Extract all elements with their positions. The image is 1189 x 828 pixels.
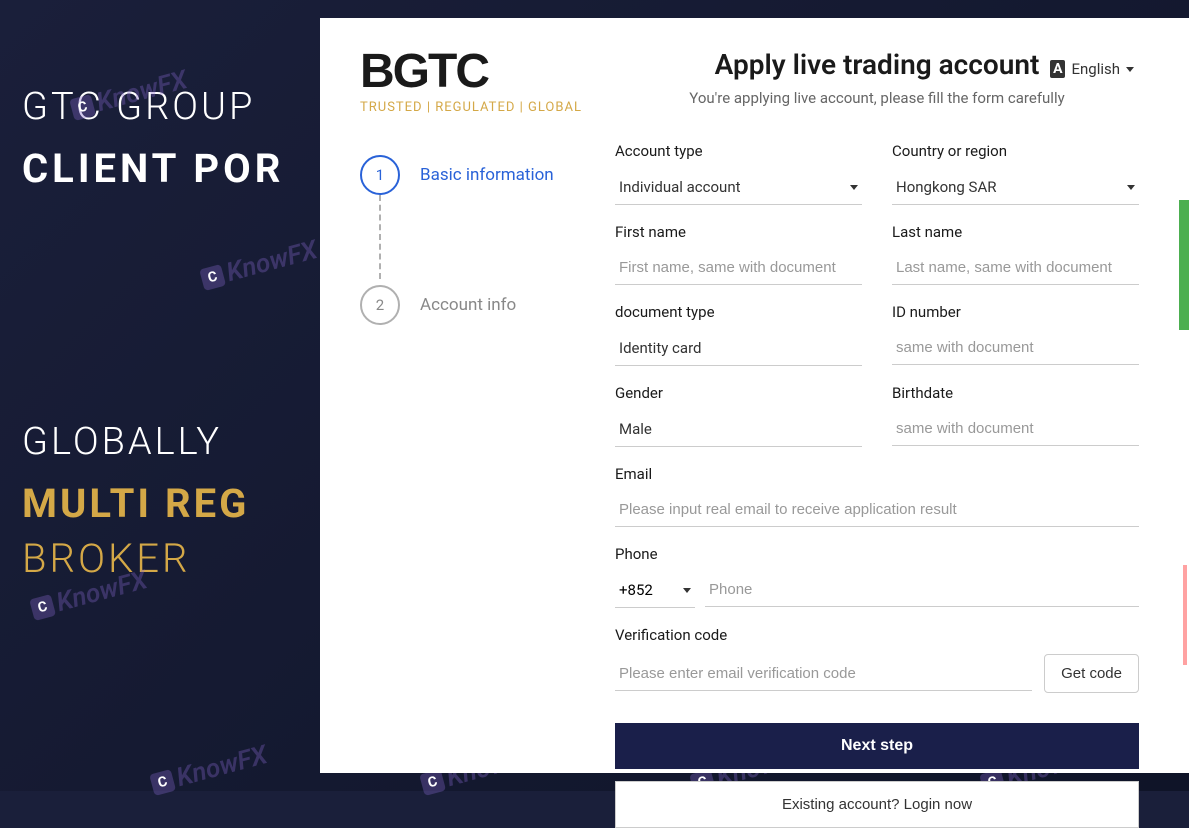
language-label: English <box>1071 60 1120 78</box>
birthdate-label: Birthdate <box>892 384 1139 402</box>
step-connector <box>379 195 381 279</box>
logo-text: BGTC <box>360 48 595 96</box>
step-1[interactable]: 1 Basic information <box>360 155 595 195</box>
account-type-select[interactable]: Individual account <box>615 170 862 205</box>
step-1-number: 1 <box>360 155 400 195</box>
step-2-label: Account info <box>420 295 516 315</box>
gender-label: Gender <box>615 384 862 402</box>
bg-heading-4: MULTI REG <box>22 480 249 527</box>
verification-code-input[interactable] <box>615 657 1032 691</box>
country-select[interactable]: Hongkong SAR <box>892 170 1139 205</box>
birthdate-input[interactable] <box>892 412 1139 446</box>
edge-indicator-red <box>1183 565 1187 665</box>
country-value: Hongkong SAR <box>896 178 996 196</box>
doc-type-label: document type <box>615 303 862 321</box>
phone-prefix-select[interactable]: +852 <box>615 573 695 608</box>
next-step-button[interactable]: Next step <box>615 723 1139 769</box>
doc-type-value: Identity card <box>619 339 701 357</box>
country-label: Country or region <box>892 142 1139 160</box>
step-indicator: 1 Basic information 2 Account info <box>360 155 595 325</box>
last-name-input[interactable] <box>892 251 1139 285</box>
gender-value: Male <box>619 420 652 438</box>
id-number-input[interactable] <box>892 331 1139 365</box>
email-label: Email <box>615 465 1139 483</box>
step-1-label: Basic information <box>420 165 554 185</box>
chevron-down-icon <box>683 588 691 593</box>
gender-select[interactable]: Male <box>615 412 862 447</box>
logo: BGTC TRUSTED | REGULATED | GLOBAL <box>360 48 595 115</box>
phone-label: Phone <box>615 545 1139 563</box>
email-input[interactable] <box>615 493 1139 527</box>
form-subtitle: You're applying live account, please fil… <box>615 89 1139 107</box>
phone-prefix-value: +852 <box>619 581 653 599</box>
code-label: Verification code <box>615 626 1139 644</box>
login-link-button[interactable]: Existing account? Login now <box>615 781 1139 828</box>
chevron-down-icon <box>850 185 858 190</box>
step-2-number: 2 <box>360 285 400 325</box>
first-name-input[interactable] <box>615 251 862 285</box>
get-code-button[interactable]: Get code <box>1044 654 1139 693</box>
account-type-value: Individual account <box>619 178 741 196</box>
edge-indicator-green <box>1179 200 1189 330</box>
phone-input[interactable] <box>705 573 1139 607</box>
chevron-down-icon <box>1127 185 1135 190</box>
chevron-down-icon <box>1126 67 1134 72</box>
left-column: BGTC TRUSTED | REGULATED | GLOBAL 1 Basi… <box>320 18 615 773</box>
form-body: Account type Individual account Country … <box>615 142 1139 828</box>
step-2: 2 Account info <box>360 285 595 325</box>
bg-heading-2: CLIENT POR <box>22 145 284 192</box>
bg-heading-3: GLOBALLY <box>22 420 222 464</box>
account-type-label: Account type <box>615 142 862 160</box>
registration-panel: BGTC TRUSTED | REGULATED | GLOBAL 1 Basi… <box>320 18 1189 773</box>
translate-icon: A <box>1050 60 1065 78</box>
last-name-label: Last name <box>892 223 1139 241</box>
bg-heading-1: GTC GROUP <box>22 85 255 129</box>
doc-type-select[interactable]: Identity card <box>615 331 862 366</box>
language-selector[interactable]: A English <box>1050 60 1134 78</box>
id-number-label: ID number <box>892 303 1139 321</box>
logo-tagline: TRUSTED | REGULATED | GLOBAL <box>360 100 595 115</box>
bg-heading-5: BROKER <box>22 535 190 582</box>
first-name-label: First name <box>615 223 862 241</box>
form-column: A English Apply live trading account You… <box>615 18 1189 773</box>
